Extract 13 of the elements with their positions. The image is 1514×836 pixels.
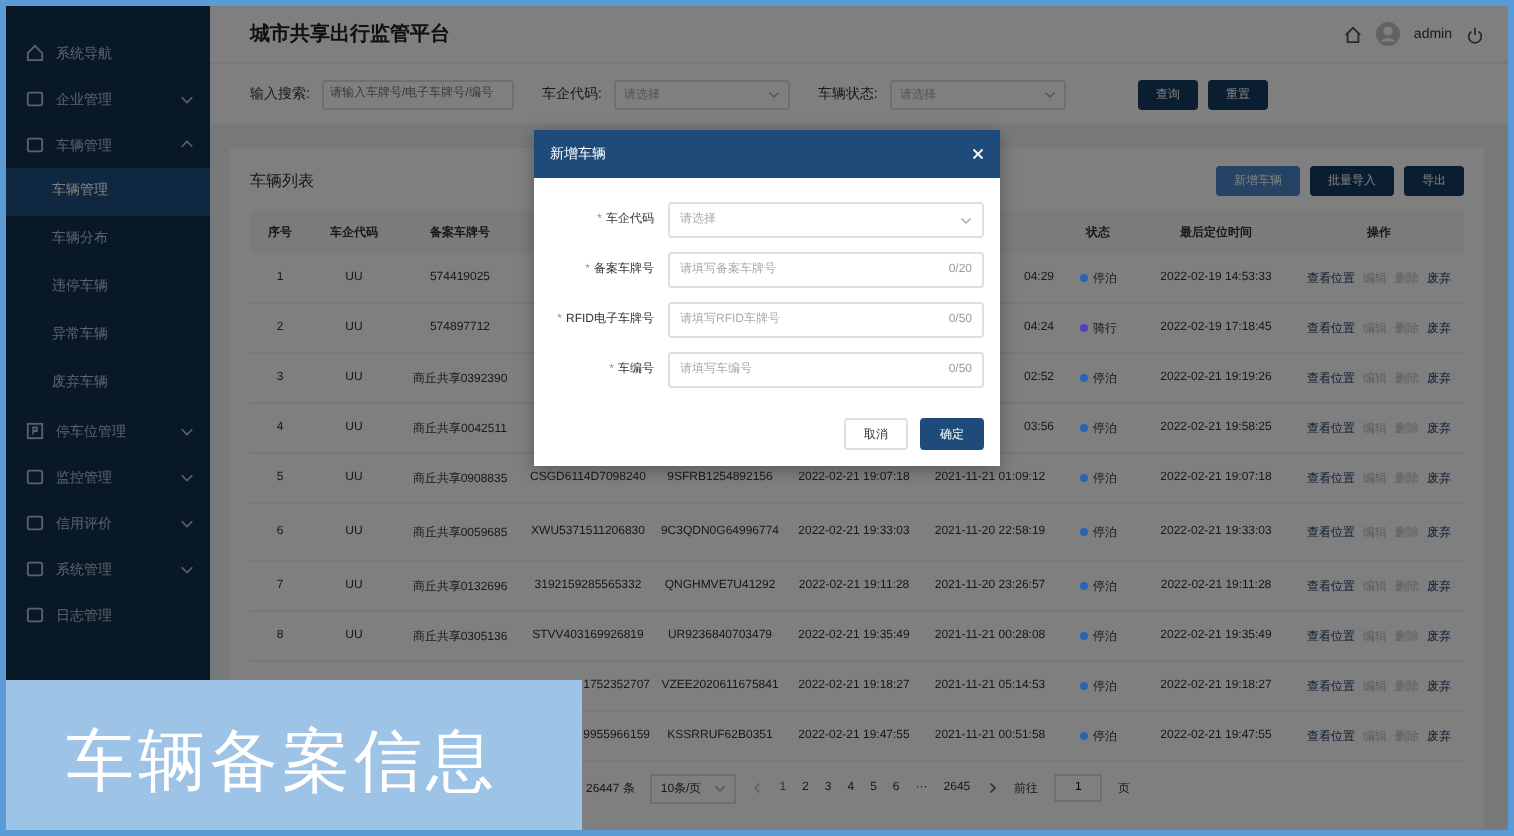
table-title: 车辆列表 [250, 169, 314, 191]
chevron-down-icon [960, 213, 972, 225]
close-icon[interactable] [972, 148, 984, 160]
chevron-down-icon [713, 782, 726, 794]
power-icon[interactable] [1466, 25, 1484, 43]
caption-banner: 车辆备案信息 [6, 680, 582, 830]
home-icon[interactable] [1343, 25, 1362, 43]
parking-icon [26, 422, 44, 440]
chevron-down-icon [767, 88, 780, 100]
house-icon [26, 44, 44, 62]
next-page-icon[interactable] [986, 782, 999, 794]
chevron-down-icon [1043, 88, 1056, 100]
app-title: 城市共享出行监管平台 [250, 20, 450, 48]
